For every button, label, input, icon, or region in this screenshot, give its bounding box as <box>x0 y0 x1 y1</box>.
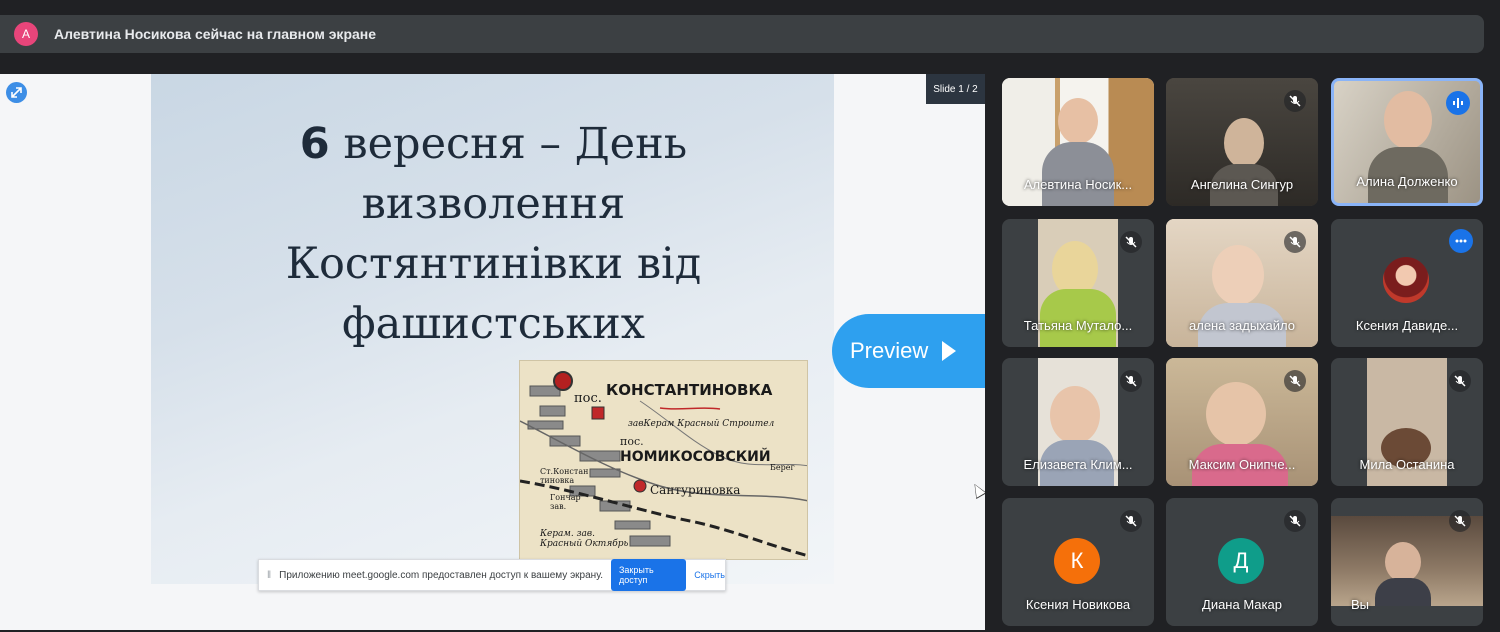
participant-name: Татьяна Мутало... <box>1023 318 1133 333</box>
map-label-pos1: пос. <box>574 391 602 406</box>
mouse-cursor-fill <box>970 482 985 498</box>
mic-off-icon <box>1284 510 1306 532</box>
participant-tile[interactable]: алена задыхайло <box>1166 219 1318 347</box>
mic-off-icon <box>1284 231 1306 253</box>
participant-name: Елизавета Клим... <box>1023 457 1133 472</box>
map-label-keram: Керам. зав. Красный Октябрь <box>540 529 629 549</box>
participant-avatar-photo <box>1383 257 1429 303</box>
participant-tile[interactable]: Вы <box>1331 498 1483 626</box>
map-label-town: КОНСТАНТИНОВКА <box>606 381 773 399</box>
participant-name: Алина Долженко <box>1356 174 1458 189</box>
mic-off-icon <box>1284 370 1306 392</box>
slide-title-line2: визволення <box>361 179 626 229</box>
speaking-indicator-icon <box>1446 91 1470 115</box>
participant-name: Диана Макар <box>1202 597 1282 612</box>
participant-tile[interactable]: К Ксения Новикова <box>1002 498 1154 626</box>
speaking-indicator-icon <box>1449 229 1473 253</box>
presentation-slide: 6 вересня – День визволення Костянтинівк… <box>151 74 834 584</box>
participant-avatar: К <box>1054 538 1100 584</box>
historical-map-image: пос. КОНСТАНТИНОВКА завКерам Красный Стр… <box>519 360 808 560</box>
mic-off-icon <box>1284 90 1306 112</box>
participant-tile[interactable]: Татьяна Мутало... <box>1002 219 1154 347</box>
participant-tile[interactable]: Ксения Давиде... <box>1331 219 1483 347</box>
slide-title-line4: фашистських <box>341 299 646 349</box>
participant-tile[interactable]: Д Диана Макар <box>1166 498 1318 626</box>
slide-title-line1: вересня – День <box>343 119 688 169</box>
participant-name: Вы <box>1351 597 1370 612</box>
participant-tile[interactable]: Елизавета Клим... <box>1002 358 1154 486</box>
map-label-gonchar: Гончар зав. <box>550 493 581 511</box>
preview-button[interactable]: Preview <box>832 314 985 388</box>
map-label-line2: завКерам Красный Строител <box>628 419 775 429</box>
participant-tile[interactable]: Алина Долженко <box>1331 78 1483 206</box>
participant-name: Ксения Давиде... <box>1355 318 1459 333</box>
participant-tile[interactable]: Максим Онипче... <box>1166 358 1318 486</box>
mic-off-icon <box>1449 510 1471 532</box>
slide-title-number: 6 <box>299 119 330 169</box>
mic-off-icon <box>1120 510 1142 532</box>
map-label-santurinovka: Сантуриновка <box>650 483 741 497</box>
shared-screen: Slide 1 / 2 6 вересня – День визволення … <box>0 74 985 630</box>
map-label-bereg: Берег <box>770 463 795 472</box>
participant-tile[interactable]: Алевтина Носик... <box>1002 78 1154 206</box>
map-label-village: НОМИКОСОВСКИЙ <box>620 449 771 465</box>
slide-counter: Slide 1 / 2 <box>926 74 985 104</box>
participant-name: Мила Останина <box>1359 457 1455 472</box>
presenter-avatar: А <box>14 22 38 46</box>
participant-name: Ангелина Сингур <box>1190 177 1294 192</box>
participant-name: Алевтина Носик... <box>1023 177 1133 192</box>
participant-tile[interactable]: Мила Останина <box>1331 358 1483 486</box>
mic-off-icon <box>1120 370 1142 392</box>
play-arrow-icon <box>942 341 957 361</box>
preview-button-label: Preview <box>850 338 929 363</box>
participant-name: Максим Онипче... <box>1188 457 1296 472</box>
slide-title: 6 вересня – День визволення Костянтинівк… <box>211 114 776 354</box>
mic-off-icon <box>1449 370 1471 392</box>
mic-off-icon <box>1120 231 1142 253</box>
participant-name: Ксения Новикова <box>1025 597 1131 612</box>
stop-sharing-button[interactable]: Закрыть доступ <box>610 559 687 591</box>
slide-title-line3: Костянтинівки від <box>285 239 702 289</box>
hide-notice-link[interactable]: Скрыть <box>694 570 725 580</box>
presenter-banner: А Алевтина Носикова сейчас на главном эк… <box>0 15 1484 53</box>
drag-handle-icon[interactable]: ‖ <box>267 570 271 581</box>
share-notice-message: Приложению meet.google.com предоставлен … <box>279 569 603 581</box>
map-label-pos2: пос. <box>620 435 644 448</box>
presenter-status-text: Алевтина Носикова сейчас на главном экра… <box>54 26 377 42</box>
expand-icon[interactable] <box>6 82 27 103</box>
participant-tile[interactable]: Ангелина Сингур <box>1166 78 1318 206</box>
participant-avatar: Д <box>1218 538 1264 584</box>
map-label-station: Ст.Констан тиновка <box>540 467 589 485</box>
participant-name: алена задыхайло <box>1189 318 1295 333</box>
screen-share-notice: ‖ Приложению meet.google.com предоставле… <box>258 559 726 591</box>
